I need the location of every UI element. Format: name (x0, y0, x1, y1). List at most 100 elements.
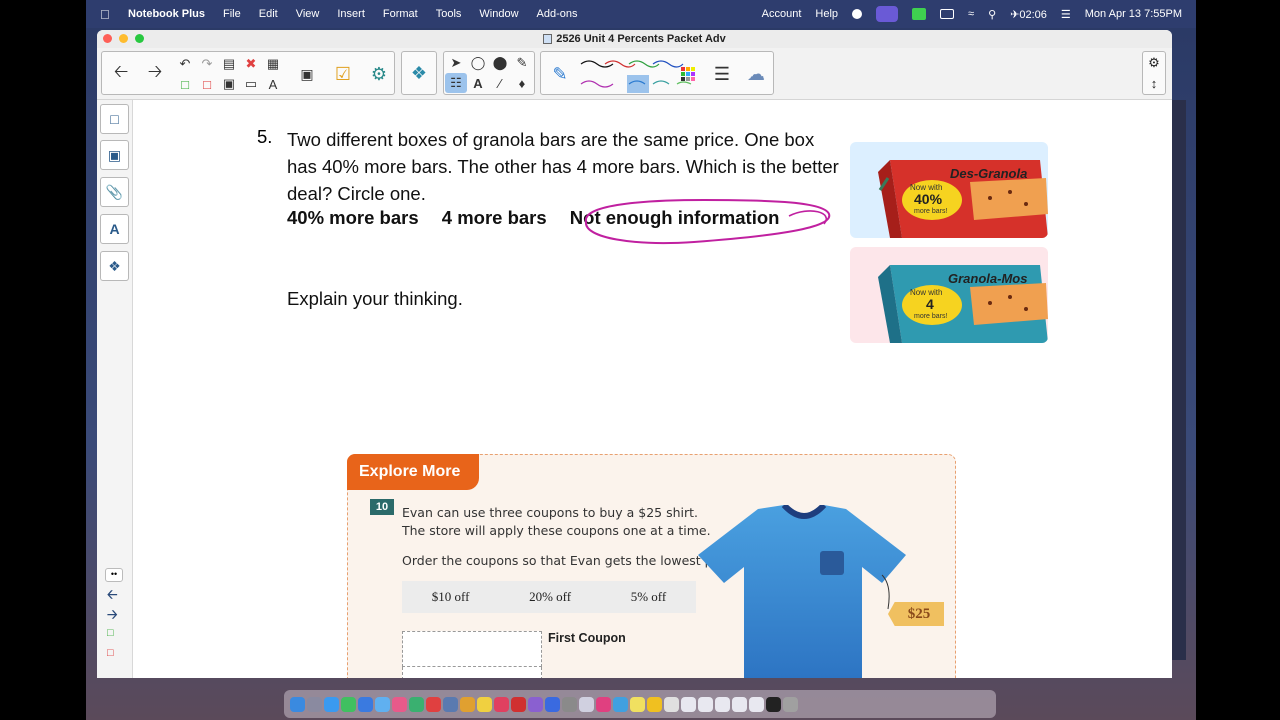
line-style-icon[interactable]: ☰ (705, 54, 739, 94)
page-sorter-icon[interactable]: □ (100, 104, 129, 134)
record-icon[interactable] (852, 9, 863, 19)
clock[interactable]: Mon Apr 13 7:55PM (1085, 8, 1182, 20)
menu-edit[interactable]: Edit (259, 8, 278, 20)
color-grid-icon[interactable] (671, 54, 705, 94)
wifi-icon[interactable]: ≈ (968, 8, 974, 20)
display-icon[interactable]: ▣ (290, 54, 324, 94)
facetime-icon[interactable] (409, 696, 424, 712)
calendar-icon[interactable] (426, 696, 441, 712)
remove-page-icon[interactable]: □ (107, 647, 114, 659)
spotlight-search-icon[interactable]: ⚲ (988, 8, 996, 21)
app-store-icon[interactable] (545, 696, 560, 712)
addons-panel-icon[interactable]: ❖ (100, 251, 129, 281)
document-file-icon[interactable] (664, 696, 679, 712)
menu-app-name[interactable]: Notebook Plus (128, 8, 205, 20)
notes-icon[interactable] (477, 696, 492, 712)
menu-file[interactable]: File (223, 8, 241, 20)
gallery-icon[interactable]: ▣ (100, 140, 129, 170)
next-page-icon[interactable]: 🡢 (107, 606, 118, 628)
addons-icon[interactable]: ⚙ (362, 54, 396, 94)
box2-value: 4 (926, 296, 934, 312)
podcasts-icon[interactable] (528, 696, 543, 712)
window-thumb-1[interactable] (681, 696, 696, 712)
window-thumb-2[interactable] (698, 696, 713, 712)
text-tool-icon[interactable]: A (467, 73, 489, 93)
window-thumb-5[interactable] (749, 696, 764, 712)
battery-icon[interactable] (940, 9, 955, 19)
ink-circle-annotation[interactable] (574, 194, 836, 250)
response-icon[interactable]: ☑ (326, 54, 360, 94)
notebook-dock-icon[interactable] (579, 696, 594, 712)
select-pointer-icon[interactable]: ➤ (445, 53, 467, 73)
undo-icon[interactable]: ↶ (174, 54, 196, 74)
printer-status-icon[interactable] (912, 8, 927, 20)
control-center-icon[interactable]: ☰ (1061, 8, 1071, 21)
table-icon[interactable]: ▦ (262, 54, 284, 74)
gear-icon[interactable]: ⚙ (1148, 55, 1160, 71)
eraser-icon[interactable]: ♦ (511, 73, 533, 93)
timer-readout[interactable]: ✈02:06 (1010, 8, 1047, 21)
menu-view[interactable]: View (296, 8, 320, 20)
screen-share-icon[interactable] (876, 6, 899, 22)
ink-effect-icon[interactable]: ☁ (739, 54, 773, 94)
properties-icon[interactable]: A (100, 214, 129, 244)
forward-arrow-icon[interactable]: 🡢 (138, 54, 172, 94)
collapse-sidebar-button[interactable]: •• (105, 568, 123, 582)
canvas-page[interactable]: 5. Two different boxes of granola bars a… (134, 100, 1172, 678)
shape-icon[interactable]: ◯ (467, 53, 489, 73)
minimize-window-button[interactable] (119, 34, 128, 43)
window-thumb-6[interactable] (766, 696, 781, 712)
photos-icon[interactable] (392, 696, 407, 712)
move-toolbar-icon[interactable]: ↕ (1151, 76, 1158, 91)
menu-format[interactable]: Format (383, 8, 418, 20)
puzzle-icon[interactable]: ❖ (402, 53, 436, 93)
messages-icon[interactable] (341, 696, 356, 712)
finder-icon[interactable] (290, 696, 305, 712)
menu-help[interactable]: Help (815, 8, 838, 20)
menu-tools[interactable]: Tools (436, 8, 462, 20)
app-icon-2[interactable] (647, 696, 662, 712)
back-arrow-icon[interactable]: 🡠 (104, 54, 138, 94)
apple-icon[interactable]:  (100, 7, 120, 22)
menu-addons[interactable]: Add-ons (537, 8, 578, 20)
delete-icon[interactable]: ✖ (240, 54, 262, 74)
add-page-icon[interactable]: □ (107, 627, 114, 639)
magic-pen-icon[interactable]: ✎ (511, 53, 533, 73)
measure-icon[interactable]: ☷ (445, 73, 467, 93)
new-page-icon[interactable]: □ (174, 74, 196, 94)
menu-window[interactable]: Window (479, 8, 518, 20)
screen-shade-icon[interactable]: ▭ (240, 74, 262, 94)
window-thumb-3[interactable] (715, 696, 730, 712)
second-coupon-answer-box[interactable] (402, 667, 542, 678)
app-icon-1[interactable] (596, 696, 611, 712)
close-window-button[interactable] (103, 34, 112, 43)
previous-page-icon[interactable]: 🡠 (107, 586, 118, 608)
launchpad-icon[interactable] (307, 696, 322, 712)
paste-icon[interactable]: ▤ (218, 54, 240, 74)
trash-icon[interactable] (783, 696, 798, 712)
maps-icon[interactable] (375, 696, 390, 712)
fill-icon[interactable]: ⬤ (489, 53, 511, 73)
pen-icon[interactable]: ✎ (543, 54, 577, 94)
delete-page-icon[interactable]: □ (196, 74, 218, 94)
safari-icon[interactable] (324, 696, 339, 712)
contacts-icon[interactable] (443, 696, 458, 712)
font-size-icon[interactable]: A (262, 74, 284, 94)
toolbar-group-tools: ➤ ◯ ⬤ ✎ ☷ A ∕ ♦ (443, 51, 535, 95)
chrome-icon[interactable] (613, 696, 628, 712)
stickies-icon[interactable] (630, 696, 645, 712)
redo-icon[interactable]: ↷ (196, 54, 218, 74)
settings-icon[interactable] (562, 696, 577, 712)
reminders-icon[interactable] (460, 696, 475, 712)
first-coupon-answer-box[interactable] (402, 631, 542, 667)
attachments-icon[interactable]: 📎 (100, 177, 129, 207)
news-icon[interactable] (511, 696, 526, 712)
mail-icon[interactable] (358, 696, 373, 712)
music-icon[interactable] (494, 696, 509, 712)
line-icon[interactable]: ∕ (489, 73, 511, 93)
save-icon[interactable]: ▣ (218, 74, 240, 94)
window-thumb-4[interactable] (732, 696, 747, 712)
menu-insert[interactable]: Insert (337, 8, 365, 20)
zoom-window-button[interactable] (135, 34, 144, 43)
menu-account[interactable]: Account (762, 8, 802, 20)
